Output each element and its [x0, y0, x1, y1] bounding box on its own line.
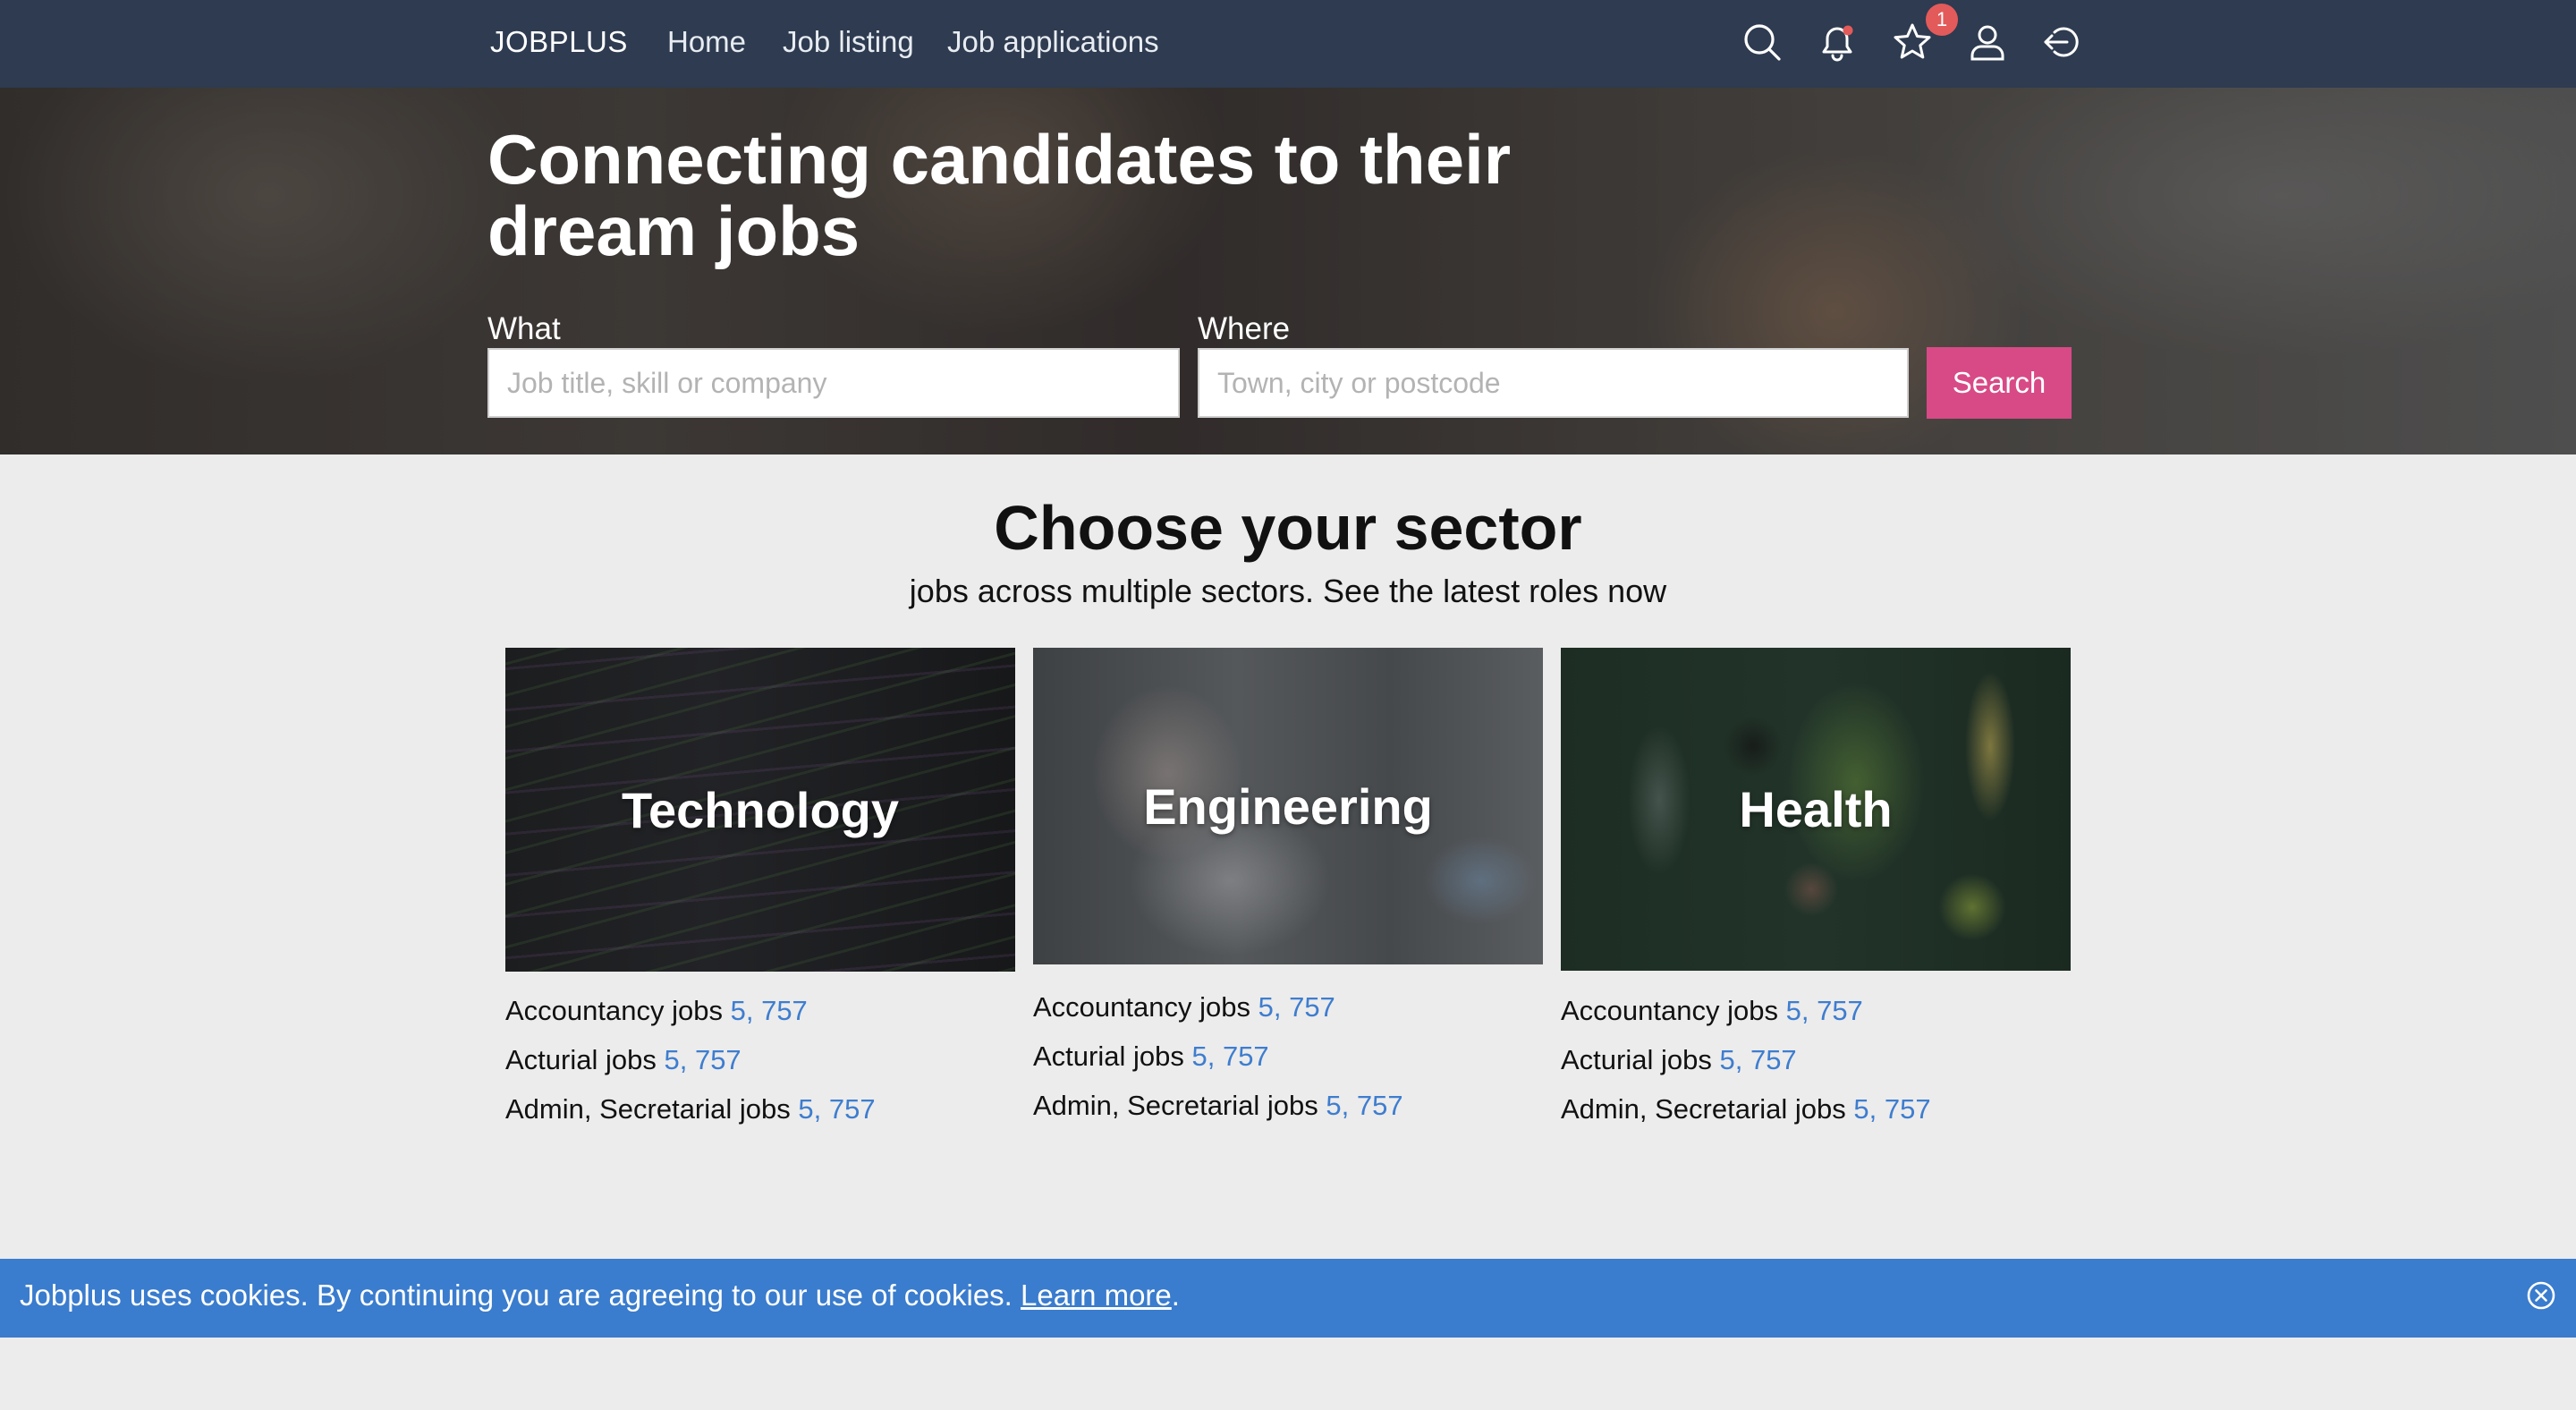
engineering-job-list: Accountancy jobs 5, 757 Acturial jobs 5,… — [1033, 988, 1403, 1135]
list-item: Admin, Secretarial jobs 5, 757 — [1561, 1090, 1931, 1139]
job-category-name: Acturial jobs — [505, 1044, 657, 1075]
cookie-consent-bar: Jobplus uses cookies. By continuing you … — [0, 1259, 2576, 1338]
job-category-name: Acturial jobs — [1561, 1044, 1712, 1075]
job-category-name: Accountancy jobs — [1033, 991, 1250, 1023]
sector-card-label: Technology — [621, 781, 900, 838]
list-item: Acturial jobs 5, 757 — [505, 1041, 876, 1090]
job-count-link[interactable]: 5, 757 — [1191, 1041, 1268, 1072]
job-category-name: Admin, Secretarial jobs — [1561, 1093, 1846, 1125]
logout-icon[interactable] — [2037, 16, 2089, 68]
search-button[interactable]: Search — [1927, 347, 2072, 419]
bell-icon[interactable] — [1811, 16, 1863, 68]
where-label: Where — [1198, 311, 1291, 346]
nav-link-job-listing[interactable]: Job listing — [783, 25, 914, 59]
sector-card-engineering[interactable]: Engineering — [1033, 648, 1543, 964]
nav-link-home[interactable]: Home — [667, 25, 746, 59]
favorites-count-badge: 1 — [1923, 1, 1961, 38]
sector-card-label: Health — [1739, 781, 1893, 837]
hero-title: Connecting candidates to their dream job… — [487, 120, 1512, 270]
what-search-input[interactable] — [487, 348, 1180, 418]
job-count-link[interactable]: 5, 757 — [1853, 1093, 1930, 1125]
list-item: Acturial jobs 5, 757 — [1561, 1041, 1931, 1090]
brand-logo[interactable]: JOBPLUS — [490, 25, 628, 59]
job-count-link[interactable]: 5, 757 — [664, 1044, 741, 1075]
where-search-input[interactable] — [1198, 348, 1909, 418]
close-circle-icon[interactable] — [2523, 1278, 2559, 1313]
job-count-link[interactable]: 5, 757 — [1786, 995, 1863, 1026]
sector-card-technology[interactable]: Technology — [505, 648, 1015, 972]
job-category-name: Accountancy jobs — [505, 995, 723, 1026]
cookie-message: Jobplus uses cookies. By continuing you … — [20, 1278, 1180, 1312]
section-subtitle: jobs across multiple sectors. See the la… — [909, 573, 1667, 609]
sector-card-health[interactable]: Health — [1561, 648, 2071, 971]
technology-job-list: Accountancy jobs 5, 757 Acturial jobs 5,… — [505, 991, 876, 1139]
health-job-list: Accountancy jobs 5, 757 Acturial jobs 5,… — [1561, 991, 1931, 1139]
cookie-suffix: . — [1171, 1278, 1180, 1312]
list-item: Accountancy jobs 5, 757 — [505, 991, 876, 1041]
hero-banner: Connecting candidates to their dream job… — [0, 88, 2576, 454]
job-category-name: Admin, Secretarial jobs — [1033, 1090, 1318, 1121]
list-item: Admin, Secretarial jobs 5, 757 — [505, 1090, 876, 1139]
job-category-name: Accountancy jobs — [1561, 995, 1778, 1026]
list-item: Accountancy jobs 5, 757 — [1033, 988, 1403, 1037]
nav-link-job-applications[interactable]: Job applications — [947, 25, 1159, 59]
what-label: What — [487, 311, 561, 346]
section-title: Choose your sector — [994, 493, 1582, 563]
top-navbar: JOBPLUS Home Job listing Job application… — [0, 0, 2576, 88]
job-count-link[interactable]: 5, 757 — [1258, 991, 1335, 1023]
job-count-link[interactable]: 5, 757 — [1326, 1090, 1402, 1121]
cookie-text: Jobplus uses cookies. By continuing you … — [20, 1278, 1013, 1312]
learn-more-link[interactable]: Learn more — [1021, 1278, 1172, 1312]
list-item: Admin, Secretarial jobs 5, 757 — [1033, 1086, 1403, 1135]
job-category-name: Admin, Secretarial jobs — [505, 1093, 791, 1125]
sector-card-label: Engineering — [1143, 777, 1433, 835]
job-count-link[interactable]: 5, 757 — [731, 995, 808, 1026]
user-icon[interactable] — [1962, 16, 2013, 68]
list-item: Acturial jobs 5, 757 — [1033, 1037, 1403, 1086]
job-count-link[interactable]: 5, 757 — [1719, 1044, 1796, 1075]
job-count-link[interactable]: 5, 757 — [798, 1093, 875, 1125]
list-item: Accountancy jobs 5, 757 — [1561, 991, 1931, 1041]
job-category-name: Acturial jobs — [1033, 1041, 1184, 1072]
search-icon[interactable] — [1736, 16, 1788, 68]
